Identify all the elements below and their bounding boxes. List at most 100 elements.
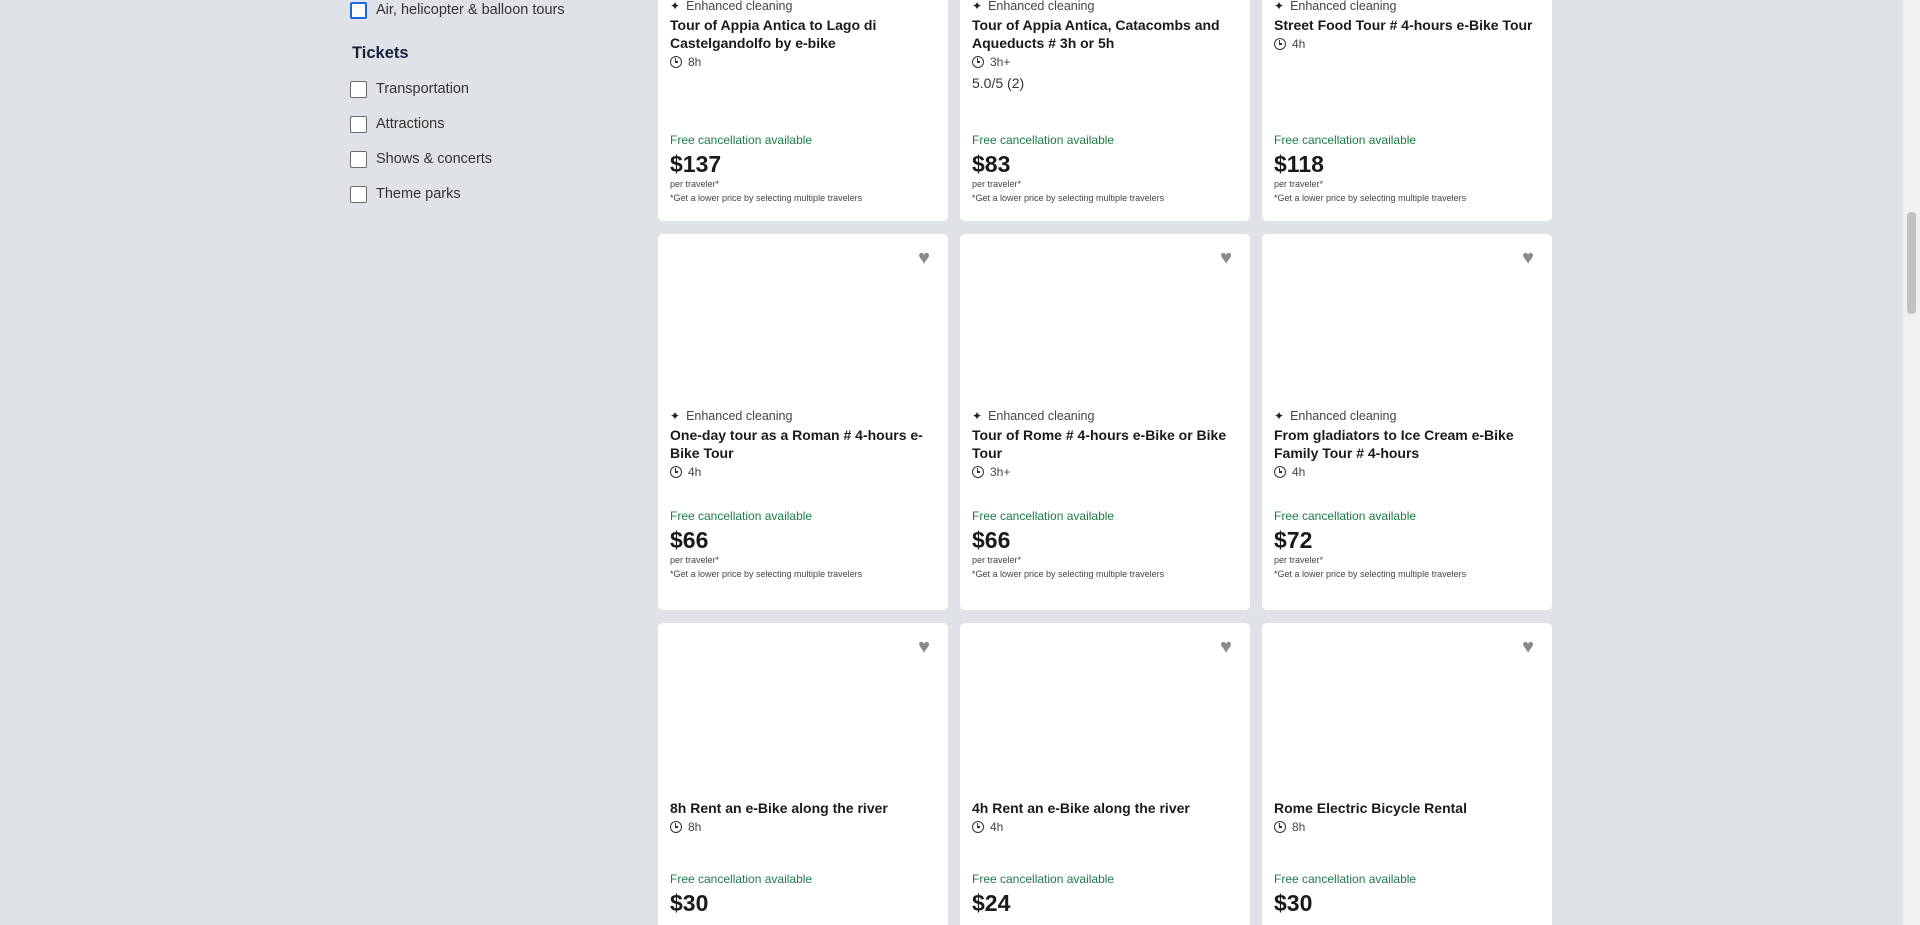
card-title[interactable]: From gladiators to Ice Cream e-Bike Fami…: [1274, 426, 1540, 462]
enhanced-cleaning-label: Enhanced cleaning: [686, 409, 793, 423]
heart-icon[interactable]: ♥: [914, 248, 934, 268]
filter-shows-concerts[interactable]: Shows & concerts: [350, 148, 492, 170]
filter-transportation-label: Transportation: [376, 81, 469, 97]
lower-price-note: *Get a lower price by selecting multiple…: [972, 193, 1165, 203]
card-title[interactable]: Street Food Tour # 4-hours e-Bike Tour: [1274, 16, 1540, 34]
duration-label: 8h: [1292, 820, 1306, 834]
activity-card[interactable]: ✦ Enhanced cleaning Tour of Appia Antica …: [658, 0, 948, 221]
tickets-section-title: Tickets: [352, 44, 409, 62]
filter-air-tours-label: Air, helicopter & balloon tours: [376, 2, 565, 18]
card-price: $66: [972, 527, 1011, 553]
clock-icon: [670, 466, 682, 478]
sparkle-icon: ✦: [670, 0, 681, 13]
duration-label: 8h: [688, 55, 702, 69]
filter-shows-concerts-checkbox[interactable]: [350, 150, 367, 168]
activity-card[interactable]: ♥ 4h Rent an e-Bike along the river 4h F…: [960, 623, 1250, 925]
activity-card[interactable]: ♥ ✦ Enhanced cleaning One-day tour as a R…: [658, 234, 948, 610]
card-title[interactable]: Tour of Appia Antica to Lago di Castelga…: [670, 16, 936, 52]
activity-card[interactable]: ♥ 8h Rent an e-Bike along the river 8h F…: [658, 623, 948, 925]
per-traveler-label: per traveler*: [972, 179, 1022, 189]
lower-price-note: *Get a lower price by selecting multiple…: [670, 193, 863, 203]
enhanced-cleaning-badge: ✦ Enhanced cleaning: [1274, 0, 1540, 14]
filter-transportation[interactable]: Transportation: [350, 78, 469, 100]
activity-card[interactable]: ✦ Enhanced cleaning Tour of Appia Antica,…: [960, 0, 1250, 221]
lower-price-note: *Get a lower price by selecting multiple…: [1274, 569, 1467, 579]
card-title[interactable]: 4h Rent an e-Bike along the river: [972, 799, 1238, 817]
per-traveler-label: per traveler*: [1274, 555, 1324, 565]
filter-theme-parks-checkbox[interactable]: [350, 185, 367, 203]
card-title[interactable]: 8h Rent an e-Bike along the river: [670, 799, 936, 817]
free-cancellation-label: Free cancellation available: [670, 872, 813, 886]
sparkle-icon: ✦: [1274, 0, 1285, 13]
card-title[interactable]: Rome Electric Bicycle Rental: [1274, 799, 1540, 817]
clock-icon: [972, 56, 984, 68]
card-title[interactable]: Tour of Rome # 4-hours e-Bike or Bike To…: [972, 426, 1238, 462]
card-duration: 4h: [670, 464, 936, 480]
filter-theme-parks-label: Theme parks: [376, 186, 461, 202]
card-duration: 4h: [972, 819, 1238, 835]
card-title[interactable]: Tour of Appia Antica, Catacombs and Aque…: [972, 16, 1238, 52]
lower-price-note: *Get a lower price by selecting multiple…: [972, 569, 1165, 579]
filter-theme-parks[interactable]: Theme parks: [350, 183, 461, 205]
heart-icon[interactable]: ♥: [1518, 637, 1538, 657]
enhanced-cleaning-badge: ✦ Enhanced cleaning: [972, 408, 1238, 424]
card-title[interactable]: One-day tour as a Roman # 4-hours e-Bike…: [670, 426, 936, 462]
per-traveler-label: per traveler*: [972, 555, 1022, 565]
filter-shows-concerts-label: Shows & concerts: [376, 151, 493, 167]
heart-icon[interactable]: ♥: [1216, 248, 1236, 268]
card-duration: 4h: [1274, 36, 1540, 52]
free-cancellation-label: Free cancellation available: [1274, 133, 1417, 147]
free-cancellation-label: Free cancellation available: [1274, 509, 1417, 523]
free-cancellation-label: Free cancellation available: [1274, 872, 1417, 886]
heart-icon[interactable]: ♥: [1216, 637, 1236, 657]
enhanced-cleaning-label: Enhanced cleaning: [988, 0, 1095, 13]
filter-attractions[interactable]: Attractions: [350, 113, 445, 135]
heart-icon[interactable]: ♥: [914, 637, 934, 657]
clock-icon: [1274, 38, 1286, 50]
enhanced-cleaning-label: Enhanced cleaning: [1290, 0, 1397, 13]
duration-label: 4h: [1292, 37, 1306, 51]
lower-price-note: *Get a lower price by selecting multiple…: [670, 569, 863, 579]
clock-icon: [670, 821, 682, 833]
card-price: $83: [972, 151, 1011, 177]
per-traveler-label: per traveler*: [1274, 179, 1324, 189]
duration-label: 3h+: [990, 55, 1011, 69]
card-price: $24: [972, 890, 1011, 916]
filter-air-tours[interactable]: Air, helicopter & balloon tours: [350, 0, 565, 21]
free-cancellation-label: Free cancellation available: [972, 872, 1115, 886]
filter-air-tours-checkbox[interactable]: [350, 1, 367, 19]
duration-label: 4h: [1292, 465, 1306, 479]
card-price: $30: [670, 890, 709, 916]
card-duration: 4h: [1274, 464, 1540, 480]
sparkle-icon: ✦: [1274, 409, 1285, 423]
sparkle-icon: ✦: [670, 409, 681, 423]
activity-card[interactable]: ♥ ✦ Enhanced cleaning From gladiators to …: [1262, 234, 1552, 610]
clock-icon: [1274, 821, 1286, 833]
scrollbar-thumb[interactable]: [1907, 212, 1916, 314]
per-traveler-label: per traveler*: [670, 179, 720, 189]
card-price: $30: [1274, 890, 1313, 916]
activity-card[interactable]: ✦ Enhanced cleaning Street Food Tour # 4-…: [1262, 0, 1552, 221]
page-scrollbar[interactable]: [1903, 0, 1920, 925]
clock-icon: [1274, 466, 1286, 478]
activity-card[interactable]: ♥ ✦ Enhanced cleaning Tour of Rome # 4-ho…: [960, 234, 1250, 610]
card-price: $118: [1274, 151, 1324, 177]
free-cancellation-label: Free cancellation available: [972, 509, 1115, 523]
card-rating: 5.0/5 (2): [972, 75, 1025, 91]
enhanced-cleaning-badge: ✦ Enhanced cleaning: [972, 0, 1238, 14]
heart-icon[interactable]: ♥: [1518, 248, 1538, 268]
free-cancellation-label: Free cancellation available: [670, 133, 813, 147]
filter-attractions-checkbox[interactable]: [350, 115, 367, 133]
card-duration: 3h+: [972, 464, 1238, 480]
duration-label: 4h: [688, 465, 702, 479]
clock-icon: [972, 466, 984, 478]
duration-label: 4h: [990, 820, 1004, 834]
lower-price-note: *Get a lower price by selecting multiple…: [1274, 193, 1467, 203]
sparkle-icon: ✦: [972, 409, 983, 423]
enhanced-cleaning-label: Enhanced cleaning: [988, 409, 1095, 423]
clock-icon: [670, 56, 682, 68]
sparkle-icon: ✦: [972, 0, 983, 13]
activity-card[interactable]: ♥ Rome Electric Bicycle Rental 8h Free c…: [1262, 623, 1552, 925]
card-price: $72: [1274, 527, 1313, 553]
filter-transportation-checkbox[interactable]: [350, 80, 367, 98]
